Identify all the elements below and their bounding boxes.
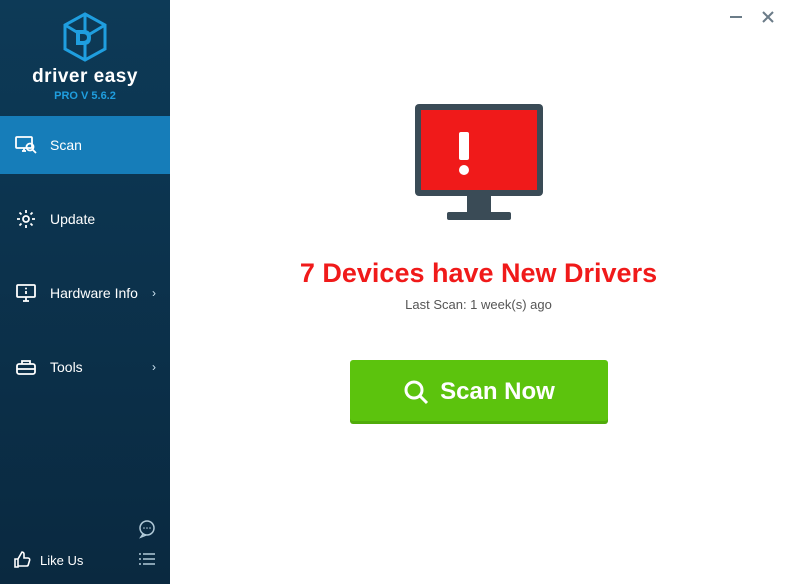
main-panel: 7 Devices have New Drivers Last Scan: 1 … — [170, 0, 787, 584]
brand-name: driver easy — [0, 66, 170, 88]
sidebar-item-update[interactable]: Update — [0, 190, 170, 248]
chevron-right-icon: › — [152, 286, 156, 300]
feedback-icon[interactable] — [136, 518, 158, 540]
toolbox-icon — [14, 355, 38, 379]
sidebar-item-label: Hardware Info — [50, 285, 138, 301]
last-scan-text: Last Scan: 1 week(s) ago — [405, 297, 552, 312]
search-icon — [402, 378, 430, 406]
sidebar-item-label: Tools — [50, 359, 83, 375]
bottom-icons — [136, 518, 158, 570]
sidebar-item-tools[interactable]: Tools › — [0, 338, 170, 396]
monitor-search-icon — [14, 133, 38, 157]
chevron-right-icon: › — [152, 360, 156, 374]
sidebar-item-hardware-info[interactable]: Hardware Info › — [0, 264, 170, 322]
sidebar-item-label: Scan — [50, 137, 82, 153]
sidebar: driver easy PRO V 5.6.2 Scan — [0, 0, 170, 584]
scan-now-label: Scan Now — [440, 378, 555, 406]
sidebar-item-label: Update — [50, 211, 95, 227]
app-window: driver easy PRO V 5.6.2 Scan — [0, 0, 787, 584]
brand-version: PRO V 5.6.2 — [0, 90, 170, 102]
gear-icon — [14, 207, 38, 231]
alert-monitor-icon — [399, 96, 559, 236]
like-us-button[interactable]: Like Us — [12, 550, 83, 570]
sidebar-bottom: Like Us — [0, 508, 170, 584]
menu-list-icon[interactable] — [136, 548, 158, 570]
logo-area: driver easy PRO V 5.6.2 — [0, 0, 170, 108]
thumbs-up-icon — [12, 550, 32, 570]
titlebar — [727, 8, 777, 26]
close-button[interactable] — [759, 8, 777, 26]
content: 7 Devices have New Drivers Last Scan: 1 … — [170, 96, 787, 424]
scan-result-headline: 7 Devices have New Drivers — [300, 258, 657, 289]
logo-icon — [0, 12, 170, 62]
sidebar-item-scan[interactable]: Scan — [0, 116, 170, 174]
minimize-button[interactable] — [727, 8, 745, 26]
nav: Scan Update — [0, 116, 170, 396]
monitor-info-icon — [14, 281, 38, 305]
scan-now-button[interactable]: Scan Now — [350, 360, 608, 424]
like-us-label: Like Us — [40, 553, 83, 568]
